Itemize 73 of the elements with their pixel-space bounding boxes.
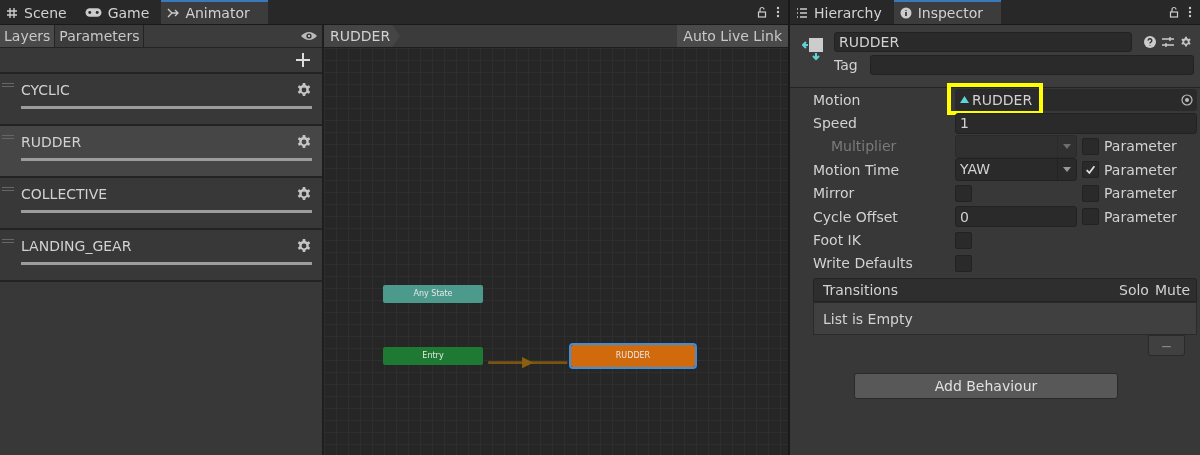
field-label: Speed — [813, 115, 858, 132]
dropdown-arrow-icon — [1063, 143, 1071, 149]
more-icon[interactable] — [776, 6, 780, 18]
dropdown-arrow-icon — [1063, 167, 1071, 173]
column-header: Mute — [1154, 282, 1190, 299]
grid-icon — [6, 6, 18, 19]
panel-tab[interactable]: Inspector — [893, 0, 1001, 24]
panel-tab[interactable]: Game — [78, 1, 162, 24]
clip-icon — [959, 95, 970, 105]
weight-slider[interactable] — [21, 210, 312, 213]
weight-slider[interactable] — [21, 106, 312, 109]
layer-name: RUDDER — [21, 134, 82, 150]
settings-icon[interactable] — [296, 82, 312, 98]
help-icon[interactable] — [1144, 36, 1156, 48]
panel-tab[interactable]: Hierarchy — [790, 1, 894, 24]
state-node[interactable]: Entry — [383, 347, 483, 365]
field-label: Cycle Offset — [813, 208, 899, 225]
branch-icon — [167, 7, 180, 19]
field-label: Write Defaults — [813, 255, 914, 272]
drag-handle-icon — [2, 83, 14, 87]
column-header: Solo — [1119, 282, 1149, 299]
drag-handle-icon — [2, 239, 14, 243]
plus-icon[interactable] — [296, 53, 310, 67]
layers-tab[interactable]: Layers — [0, 25, 56, 47]
transition-arrow[interactable] — [488, 357, 568, 369]
list-icon — [796, 6, 808, 19]
target-icon[interactable] — [1181, 93, 1193, 106]
empty-list-text: List is Empty — [823, 310, 913, 327]
field-label: Foot IK — [813, 232, 862, 249]
motion-value: RUDDER — [972, 91, 1033, 108]
parameter-label: Parameter — [1104, 208, 1177, 225]
number-field[interactable]: 0 — [955, 206, 1077, 228]
weight-slider[interactable] — [21, 262, 312, 265]
parameter-dropdown[interactable]: YAW — [955, 158, 1077, 182]
settings-icon[interactable] — [296, 134, 312, 150]
eye-icon[interactable] — [300, 31, 318, 41]
parameter-label: Parameter — [1104, 138, 1177, 155]
parameter-label: Parameter — [1104, 185, 1177, 202]
field-label: Motion Time — [813, 161, 901, 178]
transitions-title: Transitions — [823, 282, 898, 299]
drag-handle-icon — [2, 187, 14, 191]
sliders-icon[interactable] — [1162, 36, 1174, 48]
add-behaviour-button[interactable]: Add Behaviour — [854, 373, 1118, 400]
more-icon[interactable] — [1188, 6, 1192, 18]
tag-field[interactable] — [870, 55, 1194, 75]
panel-tab[interactable]: Animator — [161, 0, 268, 24]
settings-icon[interactable] — [296, 186, 312, 202]
settings-icon[interactable] — [1180, 36, 1192, 48]
layer-name: LANDING_GEAR — [21, 238, 132, 254]
auto-live-link-button[interactable]: Auto Live Link — [677, 25, 788, 47]
weight-slider[interactable] — [21, 158, 312, 161]
checkbox[interactable] — [1082, 161, 1099, 179]
lock-icon[interactable] — [1168, 6, 1180, 18]
number-field[interactable]: 1 — [955, 112, 1197, 134]
check-icon — [1085, 164, 1096, 176]
motion-field[interactable]: RUDDER — [955, 88, 1197, 111]
gamepad-icon — [84, 7, 102, 18]
drag-handle-icon — [2, 135, 14, 139]
breadcrumb[interactable]: RUDDER — [324, 25, 401, 47]
layer-item[interactable]: RUDDER — [0, 126, 322, 178]
field-label: Motion — [813, 91, 862, 108]
info-icon — [899, 7, 912, 19]
panel-tab[interactable]: Scene — [0, 1, 79, 24]
lock-icon[interactable] — [756, 6, 768, 18]
field-label: Multiplier — [830, 138, 898, 155]
settings-icon[interactable] — [296, 238, 312, 254]
graph-canvas[interactable]: Any State Entry RUDDER — [324, 48, 788, 455]
parameter-label: Parameter — [1104, 161, 1177, 178]
layer-name: CYCLIC — [21, 82, 70, 98]
name-field[interactable]: RUDDER — [834, 32, 1132, 52]
tag-label: Tag — [834, 57, 859, 73]
layer-name: COLLECTIVE — [21, 186, 108, 202]
field-label: Mirror — [813, 185, 856, 202]
